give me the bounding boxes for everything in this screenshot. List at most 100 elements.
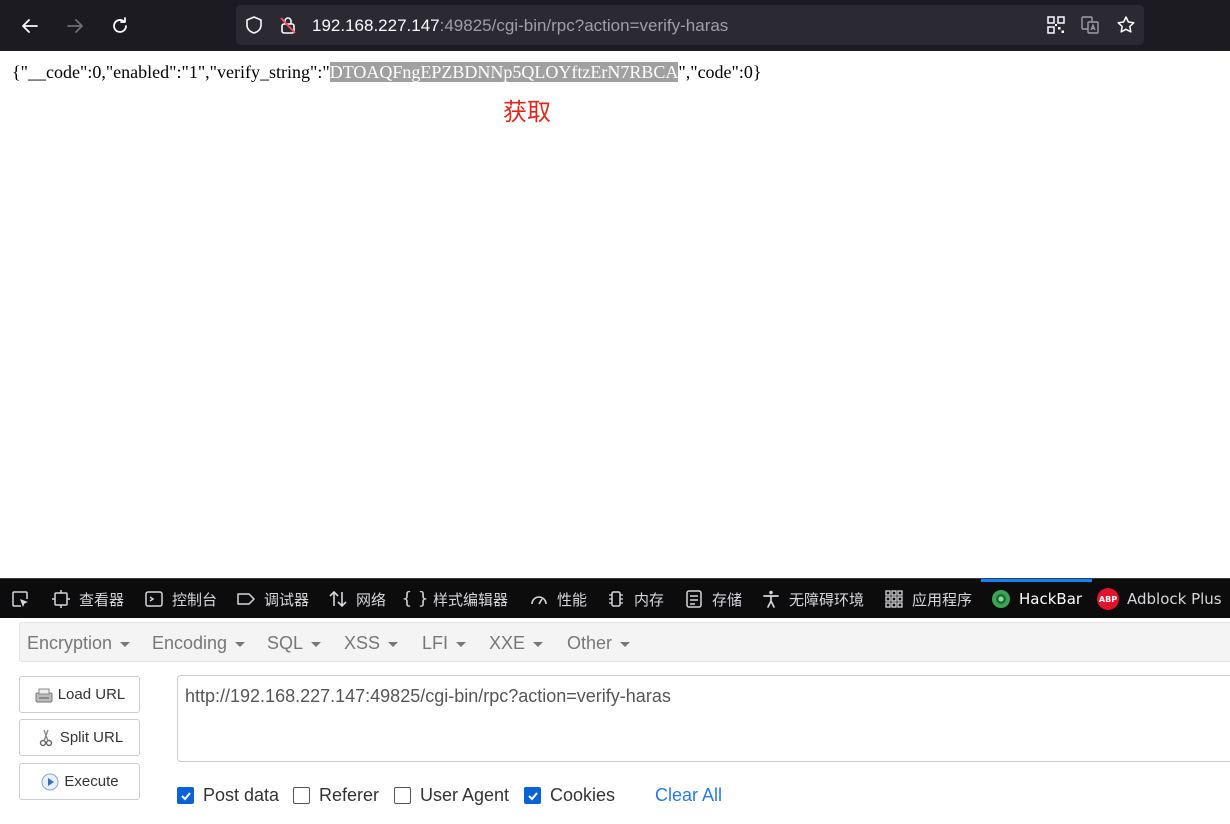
insecure-lock-icon[interactable] — [278, 15, 298, 35]
tab-label: 性能 — [557, 590, 588, 609]
tab-hackbar[interactable]: HackBar — [980, 579, 1093, 619]
element-picker-icon — [10, 589, 30, 609]
json-suffix: ","code":0} — [678, 62, 762, 82]
tab-label: 调试器 — [264, 590, 310, 609]
translate-icon[interactable] — [1080, 15, 1100, 35]
user-agent-checkbox[interactable]: User Agent — [394, 785, 509, 806]
tab-label: HackBar — [1019, 590, 1083, 608]
arrow-right-icon — [67, 19, 83, 33]
accessibility-icon — [761, 589, 781, 609]
abp-icon: ABP — [1097, 588, 1119, 610]
menu-label: Other — [567, 633, 613, 653]
tab-adblock-plus[interactable]: ABP Adblock Plus — [1097, 579, 1222, 619]
tab-label: Adblock Plus — [1127, 590, 1222, 608]
load-url-icon — [34, 685, 54, 705]
tab-label: 存储 — [712, 590, 743, 609]
caret-down-icon — [120, 641, 131, 647]
menu-label: XXE — [489, 633, 526, 653]
application-icon — [884, 589, 904, 609]
split-url-button[interactable]: Split URL — [19, 719, 140, 756]
memory-icon — [606, 589, 626, 609]
tab-label: 样式编辑器 — [433, 590, 509, 609]
reload-button[interactable] — [104, 10, 136, 42]
url-host: 192.168.227.147 — [312, 16, 440, 35]
checkbox-checked-icon — [524, 787, 541, 804]
tab-network[interactable]: 网络 — [328, 579, 386, 619]
tab-application[interactable]: 应用程序 — [884, 579, 972, 619]
caret-down-icon — [311, 641, 322, 647]
shield-icon[interactable] — [244, 15, 264, 35]
browser-toolbar: 192.168.227.147:49825/cgi-bin/rpc?action… — [0, 0, 1230, 51]
caret-down-icon — [533, 641, 544, 647]
tab-console[interactable]: 控制台 — [144, 579, 217, 619]
button-label: Split URL — [59, 729, 124, 746]
menu-label: Encryption — [27, 633, 113, 653]
checkbox-unchecked-icon — [293, 787, 310, 804]
tab-label: 控制台 — [172, 590, 218, 609]
execute-button[interactable]: Execute — [19, 763, 140, 800]
style-editor-icon: { } — [401, 589, 429, 609]
inspector-icon — [51, 589, 71, 609]
url-bar[interactable]: 192.168.227.147:49825/cgi-bin/rpc?action… — [236, 5, 1144, 45]
menu-encoding[interactable]: Encoding — [152, 633, 246, 654]
menu-encryption[interactable]: Encryption — [27, 633, 131, 654]
hackbar-icon — [991, 589, 1011, 609]
tab-performance[interactable]: 性能 — [529, 579, 587, 619]
url-path: :49825/cgi-bin/rpc?action=verify-haras — [439, 16, 729, 35]
json-prefix: {"__code":0,"enabled":"1","verify_string… — [12, 62, 330, 82]
checkbox-unchecked-icon — [394, 787, 411, 804]
tab-style-editor[interactable]: { } 样式编辑器 — [401, 579, 509, 619]
hackbar-panel: Encryption Encoding SQL XSS LFI XXE Othe… — [0, 618, 1230, 824]
json-response: {"__code":0,"enabled":"1","verify_string… — [12, 62, 762, 83]
network-icon — [328, 589, 348, 609]
menu-lfi[interactable]: LFI — [422, 633, 467, 654]
tab-label: 查看器 — [79, 590, 125, 609]
arrow-left-icon — [22, 19, 38, 33]
caret-down-icon — [388, 641, 399, 647]
tab-accessibility[interactable]: 无障碍环境 — [761, 579, 864, 619]
menu-label: LFI — [422, 633, 449, 653]
url-textarea[interactable]: http://192.168.227.147:49825/cgi-bin/rpc… — [177, 675, 1230, 762]
tab-inspector[interactable]: 查看器 — [51, 579, 124, 619]
bookmark-star-icon[interactable] — [1116, 15, 1136, 35]
tab-label: 应用程序 — [912, 590, 973, 609]
clear-all-link[interactable]: Clear All — [655, 785, 722, 806]
cookies-checkbox[interactable]: Cookies — [524, 785, 615, 806]
storage-icon — [684, 589, 704, 609]
menu-xss[interactable]: XSS — [344, 633, 399, 654]
debugger-icon — [236, 589, 256, 609]
menu-other[interactable]: Other — [567, 633, 631, 654]
element-picker-button[interactable] — [10, 579, 38, 619]
menu-sql[interactable]: SQL — [267, 633, 322, 654]
menu-xxe[interactable]: XXE — [489, 633, 544, 654]
checkbox-label: User Agent — [420, 785, 510, 805]
tab-debugger[interactable]: 调试器 — [236, 579, 309, 619]
back-button[interactable] — [14, 10, 46, 42]
button-label: Execute — [64, 773, 119, 790]
tab-memory[interactable]: 内存 — [606, 579, 664, 619]
tab-label: 内存 — [634, 590, 665, 609]
verify-string-highlight: DTOAQFngEPZBDNNp5QLOYftzErN7RBCA — [329, 62, 679, 82]
forward-button[interactable] — [59, 10, 91, 42]
hackbar-menubar: Encryption Encoding SQL XSS LFI XXE Othe… — [19, 622, 1230, 662]
tab-label: 网络 — [356, 590, 387, 609]
checkbox-checked-icon — [177, 787, 194, 804]
console-icon — [144, 589, 164, 609]
performance-icon — [529, 589, 549, 609]
menu-label: XSS — [344, 633, 381, 653]
annotation-text: 获取 — [503, 98, 551, 126]
devtools-tabbar: 查看器 控制台 调试器 网络 { } 样式编辑器 性能 内存 存储 无障碍环境 … — [0, 578, 1230, 618]
referer-checkbox[interactable]: Referer — [293, 785, 379, 806]
caret-down-icon — [620, 641, 631, 647]
post-data-checkbox[interactable]: Post data — [177, 785, 279, 806]
tab-label: 无障碍环境 — [789, 590, 865, 609]
load-url-button[interactable]: Load URL — [19, 676, 140, 713]
qr-code-icon[interactable] — [1046, 15, 1066, 35]
tab-storage[interactable]: 存储 — [684, 579, 742, 619]
checkbox-label: Post data — [203, 785, 280, 805]
url-text[interactable]: 192.168.227.147:49825/cgi-bin/rpc?action… — [312, 16, 728, 36]
checkbox-label: Referer — [319, 785, 380, 805]
scissors-icon — [36, 728, 56, 748]
play-icon — [40, 772, 60, 792]
caret-down-icon — [456, 641, 467, 647]
